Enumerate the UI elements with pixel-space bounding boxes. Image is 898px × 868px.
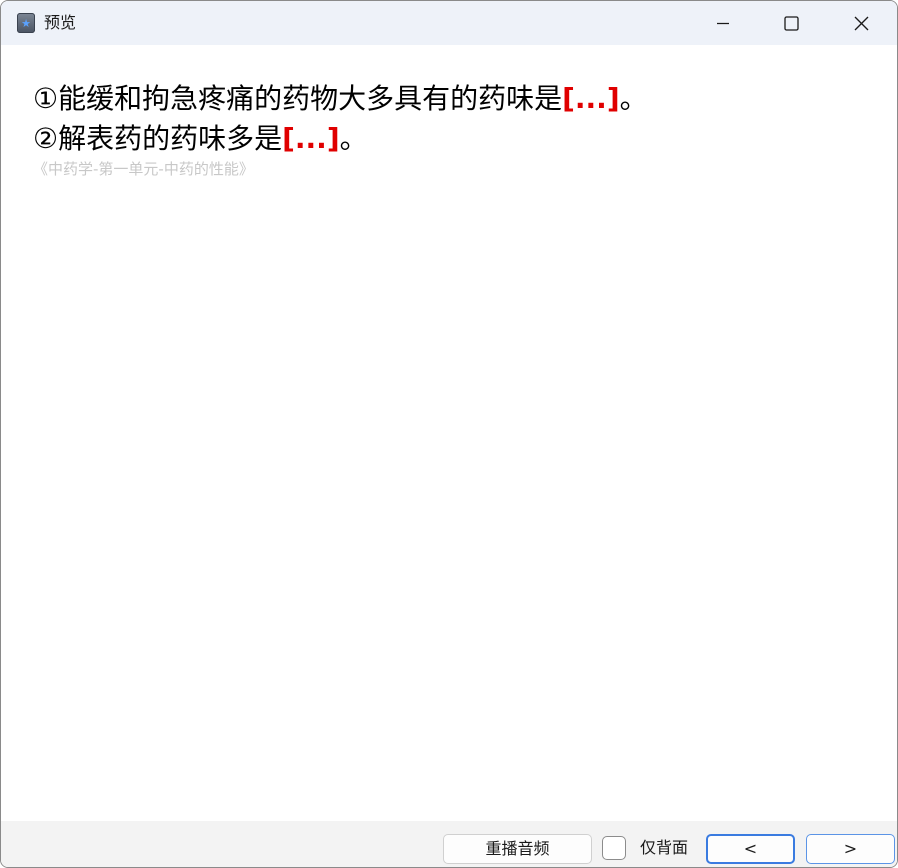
minimize-icon: [717, 22, 729, 25]
close-icon: [854, 16, 869, 31]
card-source: 《中药学-第一单元-中药的性能》: [33, 160, 254, 178]
maximize-button[interactable]: [759, 1, 823, 45]
cloze-blank-1: [...]: [562, 82, 620, 115]
next-button[interactable]: >: [806, 834, 895, 864]
app-star-icon: ★: [17, 13, 35, 33]
question-line-1: ①能缓和拘急疼痛的药物大多具有的药味是[...]。: [33, 81, 648, 117]
window-title: 预览: [44, 13, 77, 32]
footer-bar: 重播音频 仅背面 < >: [1, 821, 897, 867]
question-line-1-suffix: 。: [619, 82, 648, 115]
maximize-icon: [784, 16, 799, 31]
title-bar[interactable]: ★ 预览: [1, 1, 897, 45]
question-line-2-text: ②解表药的药味多是: [33, 122, 283, 155]
replay-audio-button[interactable]: 重播音频: [443, 834, 592, 864]
back-only-checkbox[interactable]: [602, 836, 626, 860]
question-line-1-text: ①能缓和拘急疼痛的药物大多具有的药味是: [33, 82, 563, 115]
close-button[interactable]: [829, 1, 893, 45]
question-line-2-suffix: 。: [339, 122, 368, 155]
question-line-2: ②解表药的药味多是[...]。: [33, 121, 368, 157]
preview-window: ★ 预览 ①能缓和拘急疼痛的药物大多具有的药味是[...]。 ②解表药的药味多是…: [0, 0, 898, 868]
card-content: ①能缓和拘急疼痛的药物大多具有的药味是[...]。 ②解表药的药味多是[...]…: [1, 45, 897, 821]
minimize-button[interactable]: [691, 1, 755, 45]
cloze-blank-2: [...]: [282, 122, 340, 155]
previous-button[interactable]: <: [706, 834, 795, 864]
back-only-label[interactable]: 仅背面: [640, 838, 688, 858]
